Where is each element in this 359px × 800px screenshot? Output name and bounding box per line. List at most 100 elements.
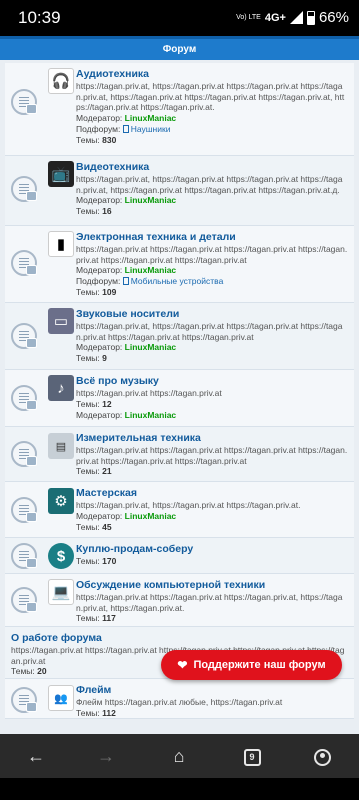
- donate-button[interactable]: ❤ Поддержите наш форум: [161, 650, 342, 680]
- forum-row[interactable]: ⚙ Мастерская https://tagan.priv.at, http…: [5, 482, 354, 538]
- forum-status-icon: [11, 385, 37, 411]
- forum-topics: Темы: 112: [76, 707, 116, 718]
- forum-description: https://tagan.priv.at, https://tagan.pri…: [76, 174, 343, 195]
- forum-topics: Темы: 21: [76, 466, 112, 476]
- subforum-icon: [122, 124, 129, 133]
- forward-arrow-icon[interactable]: →: [92, 742, 120, 770]
- forum-topics: Темы: 830: [76, 134, 117, 145]
- forum-title[interactable]: Электронная техника и детали: [76, 231, 348, 244]
- forum-description: Флейм https://tagan.priv.at любые, https…: [76, 697, 283, 707]
- forum-row[interactable]: 💻 Обсуждение компьютерной техники https:…: [5, 574, 354, 627]
- forum-row[interactable]: $ Куплю-продам-соберу Темы: 170: [5, 538, 354, 574]
- forum-list: 🎧 Аудиотехника https://tagan.priv.at, ht…: [5, 63, 354, 719]
- back-arrow-icon[interactable]: ←: [22, 742, 50, 770]
- moderator-link[interactable]: LinuxManiac: [125, 113, 176, 123]
- moderator-link[interactable]: LinuxManiac: [125, 265, 176, 275]
- forum-description: https://tagan.priv.at, https://tagan.pri…: [76, 321, 343, 342]
- cassette-icon: ▭: [48, 308, 74, 334]
- home-icon[interactable]: ⌂: [165, 742, 193, 770]
- moderator-link[interactable]: LinuxManiac: [125, 511, 176, 521]
- forum-row[interactable]: ▭ Звуковые носители https://tagan.priv.a…: [5, 303, 354, 370]
- subforum-link[interactable]: Наушники: [131, 124, 171, 134]
- forum-moderator: Модератор: LinuxManiac: [76, 112, 177, 123]
- forum-moderator: Модератор: LinuxManiac: [76, 510, 177, 521]
- moderator-link[interactable]: LinuxManiac: [125, 410, 176, 420]
- forum-description: https://tagan.priv.at, https://tagan.pri…: [76, 500, 301, 510]
- moderator-link[interactable]: LinuxManiac: [125, 195, 176, 205]
- flame-icon: 👥: [48, 685, 74, 711]
- donate-label: Поддержите наш форум: [193, 659, 326, 671]
- subforum-icon: [122, 277, 129, 285]
- forum-title[interactable]: Куплю-продам-соберу: [76, 543, 348, 556]
- forum-moderator: Модератор: LinuxManiac: [76, 265, 177, 275]
- lte-indicator: Vo) LTE: [236, 14, 261, 21]
- forum-row[interactable]: ▮ Электронная техника и детали https://t…: [5, 226, 354, 303]
- computer-icon: 💻: [48, 579, 74, 605]
- forum-row[interactable]: 🎧 Аудиотехника https://tagan.priv.at, ht…: [5, 63, 354, 156]
- forum-title[interactable]: Мастерская: [76, 487, 348, 500]
- forum-row[interactable]: 📺 Видеотехника https://tagan.priv.at, ht…: [5, 156, 354, 226]
- forum-topics: Темы: 12: [76, 398, 112, 409]
- status-time: 10:39: [18, 8, 61, 27]
- forum-description: https://tagan.priv.at https://tagan.priv…: [76, 592, 343, 613]
- forum-moderator: Модератор: LinuxManiac: [76, 409, 177, 420]
- forum-status-icon: [11, 497, 37, 523]
- forum-subforum: Подфорум: Мобильные устройства: [76, 276, 224, 286]
- forum-subforum: Подфорум: Наушники: [76, 123, 171, 134]
- gesture-bar: [0, 778, 359, 800]
- tabs-button[interactable]: 9: [238, 742, 266, 770]
- moderator-link[interactable]: LinuxManiac: [125, 342, 176, 352]
- forum-title[interactable]: Аудиотехника: [76, 68, 348, 81]
- forum-topics: Темы: 117: [76, 613, 116, 623]
- forum-header-title: Форум: [162, 44, 197, 55]
- music-icon: ♪: [48, 375, 74, 401]
- forum-status-icon: [11, 587, 37, 613]
- forum-title[interactable]: Звуковые носители: [76, 308, 348, 321]
- forum-title[interactable]: Всё про музыку: [76, 375, 348, 388]
- profile-icon[interactable]: [308, 742, 336, 770]
- network-type: 4G+: [264, 11, 286, 24]
- forum-row[interactable]: 👥 Флейм Флейм https://tagan.priv.at любы…: [5, 679, 354, 719]
- browser-nav-bar: ← → ⌂ 9: [0, 734, 359, 778]
- forum-topics: Темы: 9: [76, 353, 107, 363]
- forum-page: Форум 🎧 Аудиотехника https://tagan.priv.…: [0, 36, 359, 734]
- signal-icon: [289, 11, 303, 24]
- forum-status-icon: [11, 323, 37, 349]
- forum-description: https://tagan.priv.at https://tagan.priv…: [76, 244, 348, 265]
- forum-topics: Темы: 45: [76, 521, 112, 532]
- forum-header: Форум: [0, 36, 359, 60]
- status-icons: Vo) LTE 4G+ 66%: [236, 9, 349, 26]
- forum-status-icon: [11, 250, 37, 276]
- forum-status-icon: [11, 176, 37, 202]
- forum-title[interactable]: Обсуждение компьютерной техники: [76, 579, 348, 592]
- forum-status-icon: [11, 441, 37, 467]
- battery-icon: [306, 10, 315, 25]
- meter-icon: ▤: [48, 433, 74, 459]
- dollar-icon: $: [48, 543, 74, 569]
- forum-topics: Темы: 170: [76, 556, 117, 566]
- subforum-link[interactable]: Мобильные устройства: [131, 276, 224, 286]
- forum-moderator: Модератор: LinuxManiac: [76, 195, 177, 205]
- forum-title[interactable]: Измерительная техника: [76, 432, 348, 445]
- forum-title[interactable]: Флейм: [76, 684, 348, 697]
- forum-moderator: Модератор: LinuxManiac: [76, 342, 177, 352]
- forum-title[interactable]: Видеотехника: [76, 161, 348, 174]
- heart-icon: ❤: [177, 658, 188, 672]
- forum-row[interactable]: ♪ Всё про музыку https://tagan.priv.at h…: [5, 370, 354, 427]
- status-bar: 10:39 Vo) LTE 4G+ 66%: [0, 0, 359, 36]
- forum-description: https://tagan.priv.at https://tagan.priv…: [76, 445, 348, 466]
- forum-row[interactable]: ▤ Измерительная техника https://tagan.pr…: [5, 427, 354, 482]
- tv-icon: 📺: [48, 161, 74, 187]
- forum-topics: Темы: 16: [76, 206, 112, 216]
- forum-description: https://tagan.priv.at https://tagan.priv…: [76, 388, 222, 398]
- forum-status-icon: [11, 543, 37, 569]
- transistor-icon: ▮: [48, 231, 74, 257]
- forum-status-icon: [11, 89, 37, 115]
- forum-topics: Темы: 109: [76, 287, 117, 297]
- tabs-count-icon: 9: [243, 748, 261, 766]
- tools-icon: ⚙: [48, 488, 74, 514]
- forum-status-icon: [11, 687, 37, 713]
- battery-percent: 66%: [318, 9, 349, 26]
- headphones-icon: 🎧: [48, 68, 74, 94]
- forum-title[interactable]: О работе форума: [11, 632, 348, 645]
